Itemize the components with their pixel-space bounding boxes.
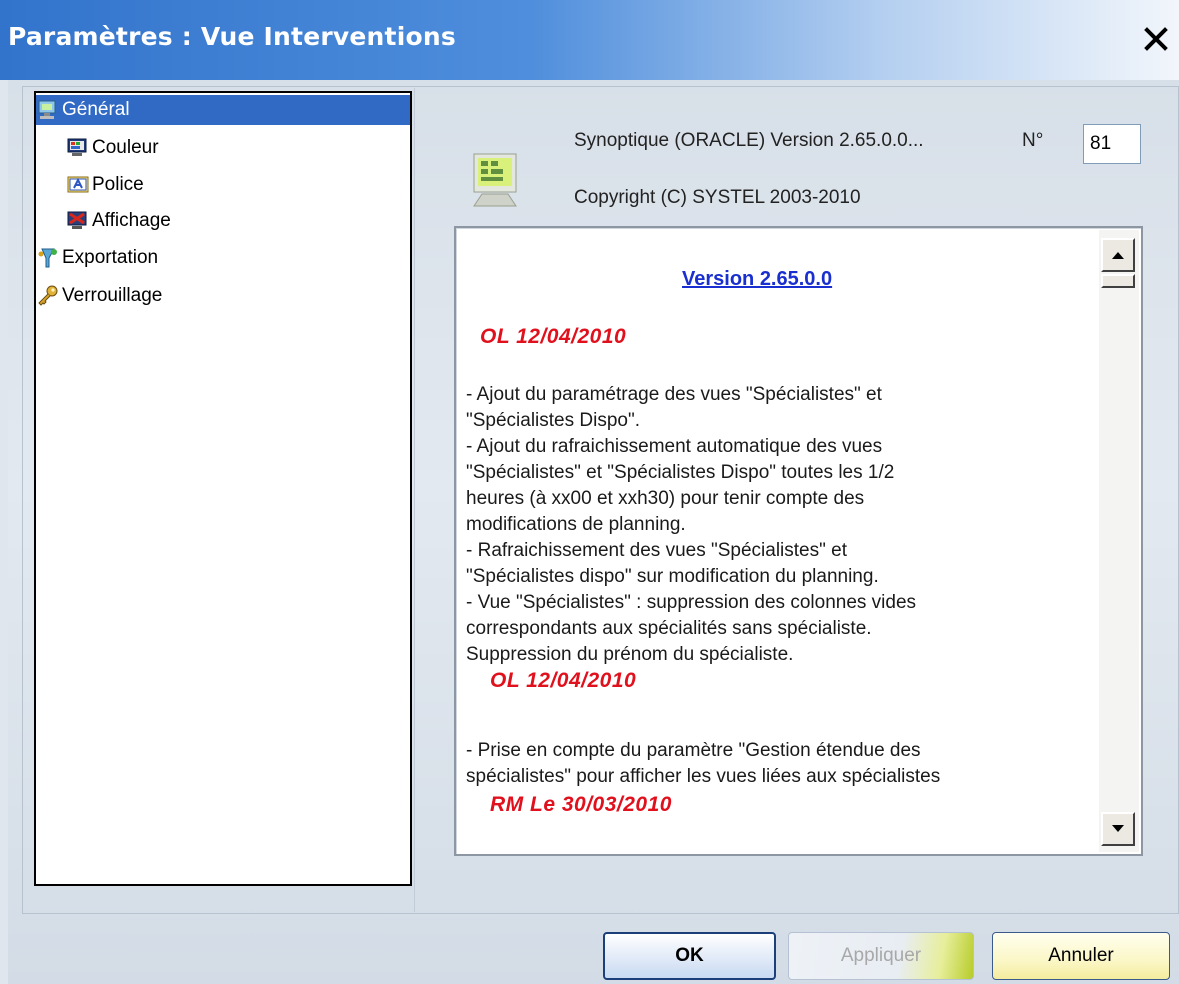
note-line: - Prise en compte du paramètre "Gestion … <box>466 740 921 761</box>
apply-button[interactable]: Appliquer <box>788 932 974 980</box>
note-author-date: OL 12/04/2010 <box>490 669 637 692</box>
copyright-text: Copyright (C) SYSTEL 2003-2010 <box>574 187 861 208</box>
number-label: N° <box>1022 130 1044 151</box>
close-button[interactable] <box>1139 22 1173 56</box>
release-notes-content: Version 2.65.0.0 OL 12/04/2010 - Ajout d… <box>464 228 1092 854</box>
note-line: heures (à xx00 et xxh30) pour tenir comp… <box>466 488 865 509</box>
close-icon <box>1144 27 1168 51</box>
arrow-down-icon <box>1112 825 1124 832</box>
note-line: "Spécialistes dispo" sur modification du… <box>466 566 879 587</box>
tree-item-color[interactable]: Couleur <box>66 133 159 163</box>
monitor-color-icon <box>67 138 87 156</box>
note-line: - Vue "Spécialistes" : suppression des c… <box>466 592 917 613</box>
general-settings-icon <box>38 100 56 119</box>
display-icon <box>67 211 87 229</box>
note-line: - Ajout du paramétrage des vues "Spécial… <box>466 384 882 405</box>
tree-item-font[interactable]: Police <box>66 170 144 200</box>
key-icon <box>38 285 58 306</box>
note-line: correspondants aux spécialités sans spéc… <box>466 618 872 639</box>
vertical-scrollbar[interactable] <box>1099 230 1139 852</box>
tree-item-lock[interactable]: Verrouillage <box>36 281 162 311</box>
scroll-down-button[interactable] <box>1101 812 1135 846</box>
tree-item-label: Affichage <box>92 210 171 231</box>
note-author-date: OL 12/04/2010 <box>480 325 627 348</box>
tree-item-label: Couleur <box>92 137 159 158</box>
font-icon <box>67 176 89 193</box>
title-bar: Paramètres : Vue Interventions <box>0 0 1179 80</box>
settings-tree: Général Couleur Police Affichage Exporta… <box>34 91 412 886</box>
cancel-button[interactable]: Annuler <box>992 932 1170 980</box>
note-line: - Ajout du rafraichissement automatique … <box>466 436 883 457</box>
dialog-body: Général Couleur Police Affichage Exporta… <box>8 80 1179 984</box>
tree-item-label: Verrouillage <box>62 285 163 306</box>
arrow-up-icon <box>1112 252 1124 259</box>
ok-button[interactable]: OK <box>603 932 776 980</box>
note-line: modifications de planning. <box>466 514 686 535</box>
application-icon <box>473 153 517 207</box>
export-icon <box>38 248 57 268</box>
release-notes-panel[interactable]: Version 2.65.0.0 OL 12/04/2010 - Ajout d… <box>454 226 1143 856</box>
panel-divider <box>414 88 415 912</box>
note-line: - Rafraichissement des vues "Spécialiste… <box>466 540 847 561</box>
tree-item-label: Général <box>62 99 130 120</box>
number-field[interactable] <box>1083 124 1141 164</box>
scroll-thumb[interactable] <box>1101 274 1135 288</box>
tree-item-display[interactable]: Affichage <box>66 206 171 236</box>
note-author-date: RM Le 30/03/2010 <box>490 793 672 816</box>
tree-item-label: Exportation <box>62 247 159 268</box>
note-line: Suppression du prénom du spécialiste. <box>466 644 794 665</box>
note-line: "Spécialistes Dispo". <box>466 410 641 431</box>
version-heading-link[interactable]: Version 2.65.0.0 <box>682 266 832 292</box>
window-title: Paramètres : Vue Interventions <box>8 22 456 51</box>
tree-item-label: Police <box>92 174 144 195</box>
note-line: spécialistes" pour afficher les vues lié… <box>466 766 941 787</box>
note-line: "Spécialistes" et "Spécialistes Dispo" t… <box>466 462 895 483</box>
tree-item-export[interactable]: Exportation <box>36 243 158 273</box>
tree-item-general[interactable]: Général <box>36 95 410 125</box>
version-text: Synoptique (ORACLE) Version 2.65.0.0... <box>574 130 924 151</box>
scroll-up-button[interactable] <box>1101 238 1135 272</box>
